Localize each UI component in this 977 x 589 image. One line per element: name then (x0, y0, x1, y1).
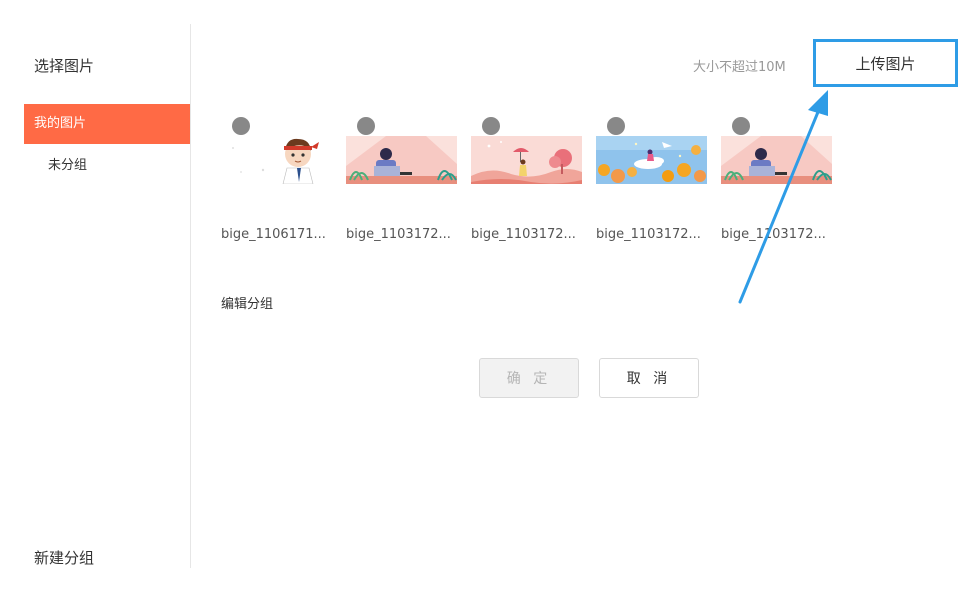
size-hint: 大小不超过10M (693, 60, 786, 75)
confirm-button[interactable]: 确 定 (479, 358, 579, 398)
image-name: bige_1103172... (721, 227, 826, 242)
cartoon-boy-icon (221, 136, 332, 184)
image-name: bige_1106171... (221, 227, 326, 242)
select-radio[interactable] (482, 117, 500, 135)
girl-on-cloud-illustration (596, 136, 707, 184)
edit-group-link[interactable]: 编辑分组 (221, 293, 273, 312)
image-name: bige_1103172... (596, 227, 701, 242)
sidebar-item-ungrouped[interactable]: 未分组 (48, 154, 87, 173)
image-name: bige_1103172... (346, 227, 451, 242)
cancel-button[interactable]: 取 消 (599, 358, 699, 398)
sidebar: 选择图片 我的图片 未分组 新建分组 (0, 24, 191, 568)
girl-at-laptop-illustration (346, 136, 457, 184)
new-group-button[interactable]: 新建分组 (34, 547, 94, 568)
select-radio[interactable] (357, 117, 375, 135)
upload-image-button[interactable]: 上传图片 (813, 39, 958, 87)
image-name: bige_1103172... (471, 227, 576, 242)
select-radio[interactable] (607, 117, 625, 135)
select-radio[interactable] (232, 117, 250, 135)
sidebar-title: 选择图片 (34, 57, 95, 75)
girl-with-umbrella-illustration (471, 136, 582, 184)
sidebar-item-my-images[interactable]: 我的图片 (24, 104, 190, 144)
girl-at-laptop-illustration (721, 136, 832, 184)
select-radio[interactable] (732, 117, 750, 135)
